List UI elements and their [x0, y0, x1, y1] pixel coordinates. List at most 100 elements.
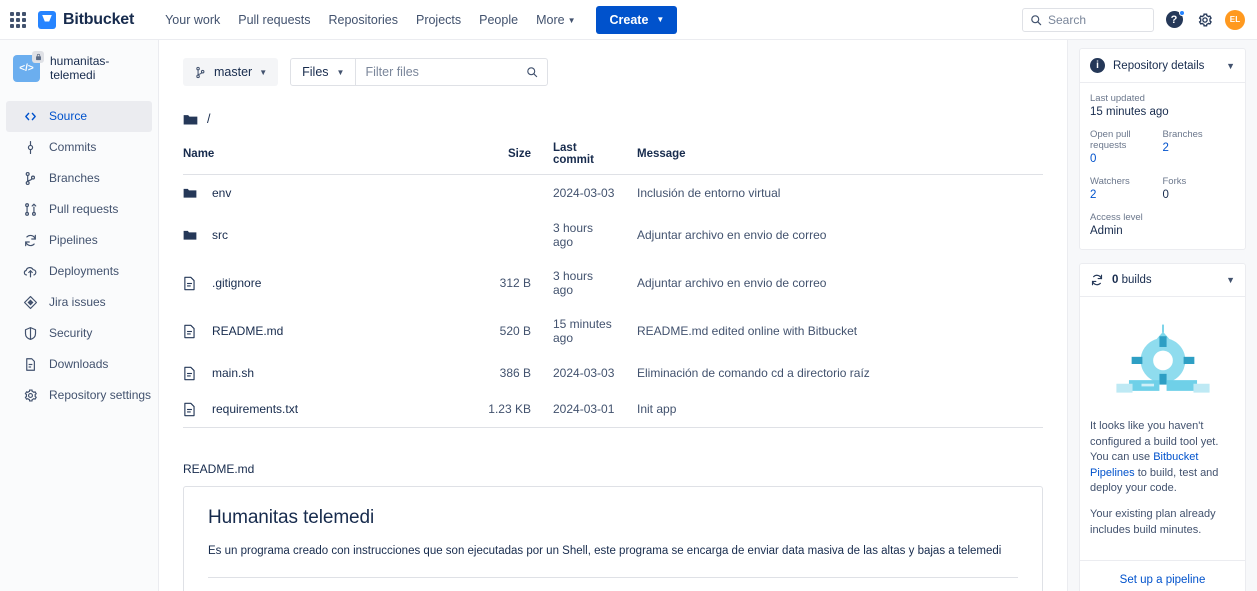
cell-size: 386 B [453, 355, 531, 391]
cell-size: 1.23 KB [453, 391, 531, 428]
sidebar-item-repository-settings[interactable]: Repository settings [6, 380, 152, 411]
sidebar-item-security-label: Security [49, 326, 92, 340]
open-pull-requests-label: Open pull requests [1090, 129, 1163, 151]
cell-name: src [183, 211, 453, 259]
help-button[interactable]: ? [1163, 9, 1185, 31]
filter-files-input[interactable]: Filter files [356, 65, 526, 79]
breadcrumb-root[interactable]: / [207, 112, 210, 126]
table-row[interactable]: env 2024-03-03 Inclusión de entorno virt… [183, 175, 1043, 212]
cell-message: README.md edited online with Bitbucket [615, 307, 1043, 355]
nav-your-work[interactable]: Your work [156, 7, 229, 33]
cell-size [453, 211, 531, 259]
sidebar-item-pull-requests-label: Pull requests [49, 202, 118, 216]
nav-pull-requests[interactable]: Pull requests [229, 7, 319, 33]
search-input[interactable]: Search [1022, 8, 1154, 32]
file-name-link[interactable]: requirements.txt [212, 402, 298, 416]
page-body: </> humanitas-telemedi Source [0, 40, 1257, 591]
jira-icon [22, 294, 38, 310]
table-row[interactable]: src 3 hours ago Adjuntar archivo en envi… [183, 211, 1043, 259]
files-dropdown[interactable]: Files ▼ [291, 59, 355, 85]
settings-button[interactable] [1194, 9, 1216, 31]
table-row[interactable]: main.sh 386 B 2024-03-03 Eliminación de … [183, 355, 1043, 391]
sidebar-item-jira-issues[interactable]: Jira issues [6, 287, 152, 318]
sidebar-item-branches[interactable]: Branches [6, 163, 152, 194]
forks-block: Forks 0 [1163, 176, 1236, 201]
download-file-icon [22, 356, 38, 372]
branch-selector[interactable]: master ▼ [183, 58, 278, 86]
repository-details-header[interactable]: i Repository details ▼ [1080, 49, 1245, 83]
builds-plan-note: Your existing plan already includes buil… [1090, 507, 1235, 538]
sidebar-item-commits[interactable]: Commits [6, 132, 152, 163]
nav-more[interactable]: More▼ [527, 7, 584, 33]
builds-header[interactable]: 0 builds ▼ [1080, 264, 1245, 297]
sidebar-item-repository-settings-label: Repository settings [49, 388, 151, 402]
file-name-link[interactable]: env [212, 186, 231, 200]
avatar[interactable]: EL [1225, 10, 1245, 30]
file-icon [183, 365, 197, 381]
repository-details-title: Repository details [1113, 60, 1218, 72]
repository-name: humanitas-telemedi [50, 54, 148, 83]
watchers-value[interactable]: 2 [1090, 189, 1163, 201]
sidebar-item-source-label: Source [49, 109, 87, 123]
branches-value[interactable]: 2 [1163, 142, 1236, 154]
chevron-down-icon[interactable]: ▼ [1226, 61, 1235, 71]
cell-message: Init app [615, 391, 1043, 428]
bitbucket-logo[interactable]: Bitbucket [38, 11, 134, 29]
file-listing-table: Name Size Last commit Message env [183, 142, 1043, 428]
repository-avatar: </> [13, 55, 40, 82]
sidebar-item-downloads[interactable]: Downloads [6, 349, 152, 380]
sidebar-item-pipelines-label: Pipelines [49, 233, 98, 247]
divider [208, 577, 1018, 578]
readme-paragraph: Es un programa creado con instrucciones … [208, 543, 1018, 560]
file-name-link[interactable]: src [212, 228, 228, 242]
create-button[interactable]: Create ▼ [596, 6, 677, 34]
watchers-label: Watchers [1090, 176, 1163, 187]
grid-apps-icon[interactable] [10, 12, 26, 28]
access-level-label: Access level [1090, 212, 1235, 223]
sidebar-item-source[interactable]: Source [6, 101, 152, 132]
nav-projects[interactable]: Projects [407, 7, 470, 33]
table-row[interactable]: requirements.txt 1.23 KB 2024-03-01 Init… [183, 391, 1043, 428]
filter-files-placeholder: Filter files [365, 65, 418, 79]
nav-projects-label: Projects [416, 13, 461, 27]
nav-people[interactable]: People [470, 7, 527, 33]
cell-name: .gitignore [183, 259, 453, 307]
files-dropdown-label: Files [302, 65, 328, 79]
chevron-down-icon[interactable]: ▼ [1226, 275, 1235, 285]
right-rail: i Repository details ▼ Last updated 15 m… [1067, 40, 1257, 591]
watchers-forks-row: Watchers 2 Forks 0 [1090, 176, 1235, 201]
file-name-link[interactable]: main.sh [212, 366, 254, 380]
access-level-value: Admin [1090, 225, 1235, 237]
forks-value: 0 [1163, 189, 1236, 201]
cell-message: Eliminación de comando cd a directorio r… [615, 355, 1043, 391]
jira-diamond [23, 295, 38, 310]
open-pull-requests-block: Open pull requests 0 [1090, 129, 1163, 165]
nav-repositories[interactable]: Repositories [320, 7, 407, 33]
sidebar-item-pipelines[interactable]: Pipelines [6, 225, 152, 256]
filter-search-button[interactable] [526, 66, 547, 78]
pull-request-icon [22, 201, 38, 217]
cell-size [453, 175, 531, 212]
repository-header[interactable]: </> humanitas-telemedi [0, 54, 158, 83]
chevron-down-icon: ▼ [568, 16, 576, 25]
cell-last-commit: 3 hours ago [531, 211, 615, 259]
cell-message: Inclusión de entorno virtual [615, 175, 1043, 212]
branches-label: Branches [1163, 129, 1236, 140]
column-header-name: Name [183, 142, 453, 175]
set-up-pipeline-link[interactable]: Set up a pipeline [1120, 574, 1206, 586]
cell-name: requirements.txt [183, 391, 453, 428]
notification-dot-badge [1179, 10, 1185, 16]
column-header-message: Message [615, 142, 1043, 175]
last-updated-label: Last updated [1090, 93, 1235, 104]
search-icon [1030, 14, 1042, 26]
table-row[interactable]: README.md 520 B 15 minutes ago README.md… [183, 307, 1043, 355]
file-name-link[interactable]: .gitignore [212, 276, 261, 290]
sidebar-item-deployments[interactable]: Deployments [6, 256, 152, 287]
sidebar-item-pull-requests[interactable]: Pull requests [6, 194, 152, 225]
open-pull-requests-value[interactable]: 0 [1090, 153, 1163, 165]
table-row[interactable]: .gitignore 312 B 3 hours ago Adjuntar ar… [183, 259, 1043, 307]
pipeline-icon [1090, 273, 1104, 287]
pipeline-icon [22, 232, 38, 248]
file-name-link[interactable]: README.md [212, 324, 283, 338]
sidebar-item-security[interactable]: Security [6, 318, 152, 349]
